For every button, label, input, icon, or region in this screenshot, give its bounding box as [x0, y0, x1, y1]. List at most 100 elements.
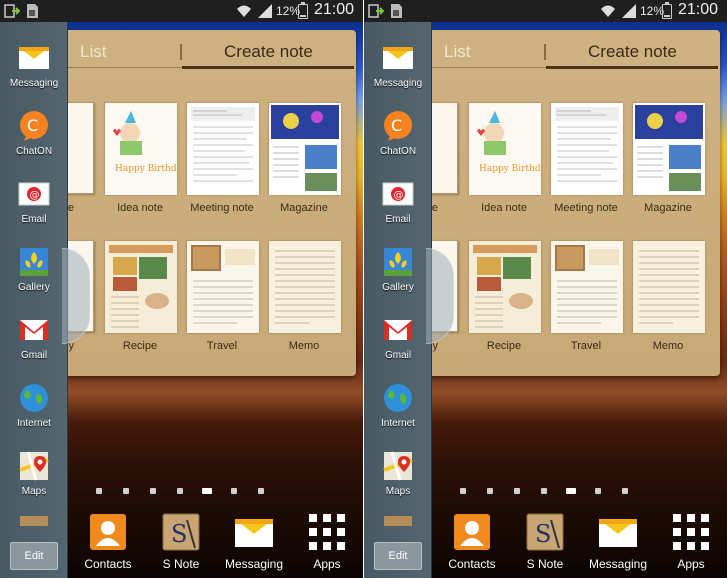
- dock-apps[interactable]: Apps: [655, 512, 727, 572]
- template-recipe[interactable]: [468, 240, 541, 333]
- page-dot[interactable]: [231, 488, 237, 494]
- tab-list[interactable]: List: [444, 42, 470, 62]
- tab-create-note[interactable]: Create note: [224, 42, 313, 62]
- template-label: Magazine: [280, 202, 328, 214]
- gallery-icon: [20, 248, 48, 276]
- battery-percent: 12%: [276, 4, 301, 18]
- dock-messaging[interactable]: Messaging: [582, 512, 654, 572]
- recipe-thumbnail: [469, 241, 541, 333]
- contacts-icon: [90, 514, 126, 550]
- dock-apps[interactable]: Apps: [291, 512, 363, 572]
- memo-thumbnail: [633, 241, 705, 333]
- wifi-icon: [601, 5, 615, 17]
- travel-thumbnail: [551, 241, 623, 333]
- envelope-icon: [19, 47, 49, 69]
- email-icon: @: [382, 182, 414, 206]
- app-sidebar: Messaging C ChatON @ Email Gallery Gmail…: [0, 22, 68, 578]
- page-dot[interactable]: [541, 488, 547, 494]
- status-bar: 12% 21:00: [364, 0, 727, 22]
- template-label: Magazine: [644, 202, 692, 214]
- dock-snote[interactable]: S S Note: [509, 512, 581, 572]
- home-page-indicator: [460, 486, 630, 496]
- globe-icon: [20, 384, 48, 412]
- dock-snote[interactable]: S S Note: [145, 512, 217, 572]
- dock-contacts[interactable]: Contacts: [436, 512, 508, 572]
- svg-text:@: @: [30, 190, 40, 201]
- app-sidebar: Messaging C ChatON @ Email Gallery Gmail…: [364, 22, 432, 578]
- apps-grid-icon: [309, 514, 345, 550]
- contacts-icon: [454, 514, 490, 550]
- phone-screen-right: 12% 21:00 List Create note e Happy Birth…: [364, 0, 727, 578]
- template-meeting-note[interactable]: [186, 102, 259, 195]
- page-dot-active[interactable]: [566, 488, 576, 494]
- tab-create-note[interactable]: Create note: [588, 42, 677, 62]
- wifi-icon: [237, 5, 251, 17]
- gallery-icon: [384, 248, 412, 276]
- template-travel[interactable]: [186, 240, 259, 333]
- battery-percent: 12%: [640, 4, 665, 18]
- upload-notification-icon: [4, 4, 20, 18]
- snote-icon: S: [162, 513, 200, 551]
- envelope-icon: [599, 519, 637, 547]
- sim-card-icon: [391, 4, 402, 18]
- page-dot-active[interactable]: [202, 488, 212, 494]
- edit-button[interactable]: Edit: [10, 542, 58, 570]
- svg-text:@: @: [394, 190, 404, 201]
- template-magazine[interactable]: [632, 102, 705, 195]
- template-meeting-note[interactable]: [550, 102, 623, 195]
- travel-thumbnail: [187, 241, 259, 333]
- template-memo[interactable]: [632, 240, 705, 333]
- envelope-icon: [383, 47, 413, 69]
- signal-strength-icon: [258, 4, 272, 18]
- recipe-thumbnail: [105, 241, 177, 333]
- page-dot[interactable]: [177, 488, 183, 494]
- template-idea-note[interactable]: Happy Birthday: [104, 102, 188, 195]
- template-travel[interactable]: [550, 240, 623, 333]
- svg-text:S: S: [535, 520, 551, 548]
- page-dot[interactable]: [622, 488, 628, 494]
- clock-time: 21:00: [678, 1, 719, 18]
- active-tab-indicator: [182, 66, 354, 69]
- page-dot[interactable]: [514, 488, 520, 494]
- sim-card-icon: [27, 4, 38, 18]
- template-label: Memo: [288, 340, 320, 352]
- dock-contacts[interactable]: Contacts: [72, 512, 144, 572]
- sidebar-handle[interactable]: [62, 248, 90, 344]
- sidebar-handle[interactable]: [426, 248, 454, 344]
- meeting-note-thumbnail: [551, 103, 623, 195]
- page-dot[interactable]: [258, 488, 264, 494]
- page-dot[interactable]: [96, 488, 102, 494]
- map-icon: [383, 451, 413, 481]
- idea-note-thumbnail: Happy Birthday: [469, 103, 552, 195]
- idea-note-thumbnail: Happy Birthday: [105, 103, 188, 195]
- dock-messaging[interactable]: Messaging: [218, 512, 290, 572]
- snote-widget: List Create note e Happy Birthday Idea n…: [386, 30, 720, 376]
- email-icon: @: [18, 182, 50, 206]
- magazine-thumbnail: [269, 103, 341, 195]
- page-dot[interactable]: [460, 488, 466, 494]
- signal-strength-icon: [622, 4, 636, 18]
- page-dot[interactable]: [150, 488, 156, 494]
- template-recipe[interactable]: [104, 240, 177, 333]
- snote-icon: S: [526, 513, 564, 551]
- battery-icon: [298, 2, 308, 19]
- magazine-thumbnail: [633, 103, 705, 195]
- gmail-icon: [384, 320, 412, 340]
- svg-text:Happy Birthday: Happy Birthday: [479, 164, 541, 174]
- svg-text:C: C: [391, 116, 402, 135]
- chaton-icon: C: [384, 111, 412, 141]
- page-dot[interactable]: [487, 488, 493, 494]
- template-idea-note[interactable]: Happy Birthday: [468, 102, 552, 195]
- template-memo[interactable]: [268, 240, 341, 333]
- svg-text:Happy Birthday: Happy Birthday: [115, 164, 177, 174]
- template-magazine[interactable]: [268, 102, 341, 195]
- gmail-icon: [20, 320, 48, 340]
- svg-text:S: S: [171, 520, 187, 548]
- page-dot[interactable]: [595, 488, 601, 494]
- edit-button[interactable]: Edit: [374, 542, 422, 570]
- page-dot[interactable]: [123, 488, 129, 494]
- active-tab-indicator: [546, 66, 718, 69]
- battery-icon: [662, 2, 672, 19]
- tab-list[interactable]: List: [80, 42, 106, 62]
- phone-screen-left: 12% 21:00 List Create note e Happy Birth…: [0, 0, 363, 578]
